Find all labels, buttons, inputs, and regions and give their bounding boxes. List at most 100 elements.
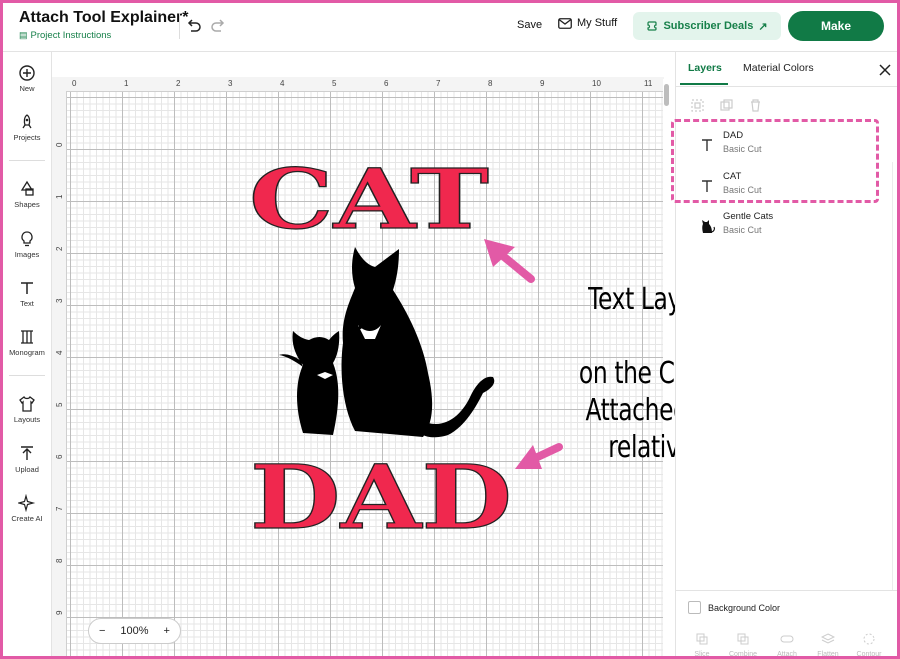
ruler-tick: 5 xyxy=(55,402,64,407)
tool-create-ai-label: Create AI xyxy=(11,514,43,523)
external-arrow-icon: ↗ xyxy=(758,20,768,33)
active-tab-indicator xyxy=(680,83,728,85)
ruler-tick: 11 xyxy=(644,79,653,88)
background-color-checkbox[interactable] xyxy=(688,601,701,614)
tool-projects[interactable]: Projects xyxy=(3,113,51,142)
panel-divider xyxy=(676,86,897,87)
ruler-tick: 1 xyxy=(124,79,129,88)
tool-layouts[interactable]: Layouts xyxy=(3,395,51,424)
tool-text[interactable]: Text xyxy=(3,279,51,308)
my-stuff-label: My Stuff xyxy=(577,17,618,29)
make-button[interactable]: Make xyxy=(788,11,884,41)
background-color-row[interactable]: Background Color xyxy=(688,601,780,614)
redo-icon[interactable] xyxy=(209,17,227,35)
group-icon[interactable] xyxy=(690,98,705,113)
shapes-icon xyxy=(20,180,34,196)
highlight-box xyxy=(671,119,879,203)
ruler-tick: 7 xyxy=(55,506,64,511)
top-bar: Attach Tool Explainer* ▤ Project Instruc… xyxy=(3,3,897,52)
tool-new[interactable]: New xyxy=(3,64,51,93)
combine-button[interactable]: Combine xyxy=(728,632,758,658)
close-icon[interactable] xyxy=(878,63,892,77)
contour-icon xyxy=(863,633,875,645)
envelope-icon xyxy=(558,17,572,29)
my-stuff-button[interactable]: My Stuff xyxy=(558,17,617,29)
document-title[interactable]: Attach Tool Explainer* xyxy=(19,9,189,27)
app-window: Attach Tool Explainer* ▤ Project Instruc… xyxy=(0,0,900,659)
ruler-tick: 7 xyxy=(436,79,441,88)
slice-button[interactable]: Slice xyxy=(687,632,717,658)
combine-label: Combine xyxy=(728,651,757,658)
layer-name: Gentle Cats xyxy=(723,211,774,222)
tab-layers[interactable]: Layers xyxy=(688,62,722,74)
tag-icon xyxy=(647,21,658,31)
ruler-tick: 9 xyxy=(540,79,545,88)
scrollbar-thumb[interactable] xyxy=(664,84,669,106)
subscriber-deals-label: Subscriber Deals xyxy=(663,20,754,32)
text-t-icon xyxy=(21,282,33,294)
ruler-tick: 0 xyxy=(55,142,64,147)
flatten-button[interactable]: Flatten xyxy=(813,632,843,658)
slice-label: Slice xyxy=(694,651,710,658)
tool-upload[interactable]: Upload xyxy=(3,445,51,474)
combine-icon xyxy=(737,633,749,645)
contour-label: Contour xyxy=(856,651,882,658)
tool-images[interactable]: Images xyxy=(3,230,51,259)
tool-monogram-label: Monogram xyxy=(9,348,45,357)
ruler-horizontal: 0 1 2 3 4 5 6 7 8 9 10 11 xyxy=(52,77,664,92)
ruler-tick: 6 xyxy=(384,79,389,88)
tool-projects-label: Projects xyxy=(13,133,41,142)
trash-icon[interactable] xyxy=(748,98,763,113)
attach-button[interactable]: Attach xyxy=(772,632,802,658)
tab-material-colors[interactable]: Material Colors xyxy=(743,62,814,74)
upload-icon xyxy=(21,446,33,460)
ruler-tick: 4 xyxy=(55,350,64,355)
ruler-tick: 3 xyxy=(228,79,233,88)
sparkle-icon xyxy=(18,494,36,512)
tool-layouts-label: Layouts xyxy=(13,415,41,424)
ruler-tick: 3 xyxy=(55,298,64,303)
contour-button[interactable]: Contour xyxy=(854,632,884,658)
background-color-label: Background Color xyxy=(708,602,781,613)
ruler-tick: 10 xyxy=(592,79,601,88)
ruler-tick: 5 xyxy=(332,79,337,88)
project-instructions-link[interactable]: ▤ Project Instructions xyxy=(19,30,111,41)
undo-icon[interactable] xyxy=(185,17,203,35)
save-button[interactable]: Save xyxy=(517,19,542,31)
project-instructions-label: Project Instructions xyxy=(30,30,112,41)
zoom-control: − 100% + xyxy=(88,618,181,644)
tool-create-ai[interactable]: Create AI xyxy=(3,494,51,523)
subscriber-deals-button[interactable]: Subscriber Deals ↗ xyxy=(633,12,781,40)
tool-monogram[interactable]: Monogram xyxy=(3,328,51,357)
tool-new-label: New xyxy=(19,84,35,93)
monogram-icon xyxy=(21,330,33,344)
lightbulb-icon xyxy=(21,231,33,247)
toolbar-divider xyxy=(179,13,180,39)
flatten-icon xyxy=(820,633,836,644)
ruler-tick: 6 xyxy=(55,454,64,459)
ruler-tick: 0 xyxy=(72,79,77,88)
tool-images-label: Images xyxy=(14,250,40,259)
ruler-vertical: 0 1 2 3 4 5 6 7 8 9 10 xyxy=(52,91,67,656)
tool-shapes-label: Shapes xyxy=(14,200,40,209)
ruler-tick: 8 xyxy=(488,79,493,88)
rocket-icon xyxy=(22,114,32,129)
attach-label: Attach xyxy=(777,651,797,658)
left-toolbar: New Projects Shapes Images Text Monogram… xyxy=(3,52,52,656)
ruler-tick: 1 xyxy=(55,194,64,199)
flatten-label: Flatten xyxy=(817,651,839,658)
tool-upload-label: Upload xyxy=(15,465,39,474)
duplicate-icon[interactable] xyxy=(719,98,734,113)
document-icon: ▤ xyxy=(19,30,28,40)
ruler-tick: 8 xyxy=(55,558,64,563)
ruler-tick: 9 xyxy=(55,610,64,615)
cat-icon xyxy=(702,220,715,233)
layer-item-gentle-cats[interactable]: Gentle Cats Basic Cut xyxy=(698,211,878,245)
panel-divider xyxy=(676,590,897,591)
tool-shapes[interactable]: Shapes xyxy=(3,180,51,209)
layer-operation: Basic Cut xyxy=(723,225,762,235)
zoom-out-button[interactable]: − xyxy=(99,625,105,637)
zoom-in-button[interactable]: + xyxy=(164,625,170,637)
plus-circle-icon xyxy=(19,65,35,81)
toolbar-divider xyxy=(9,375,45,376)
